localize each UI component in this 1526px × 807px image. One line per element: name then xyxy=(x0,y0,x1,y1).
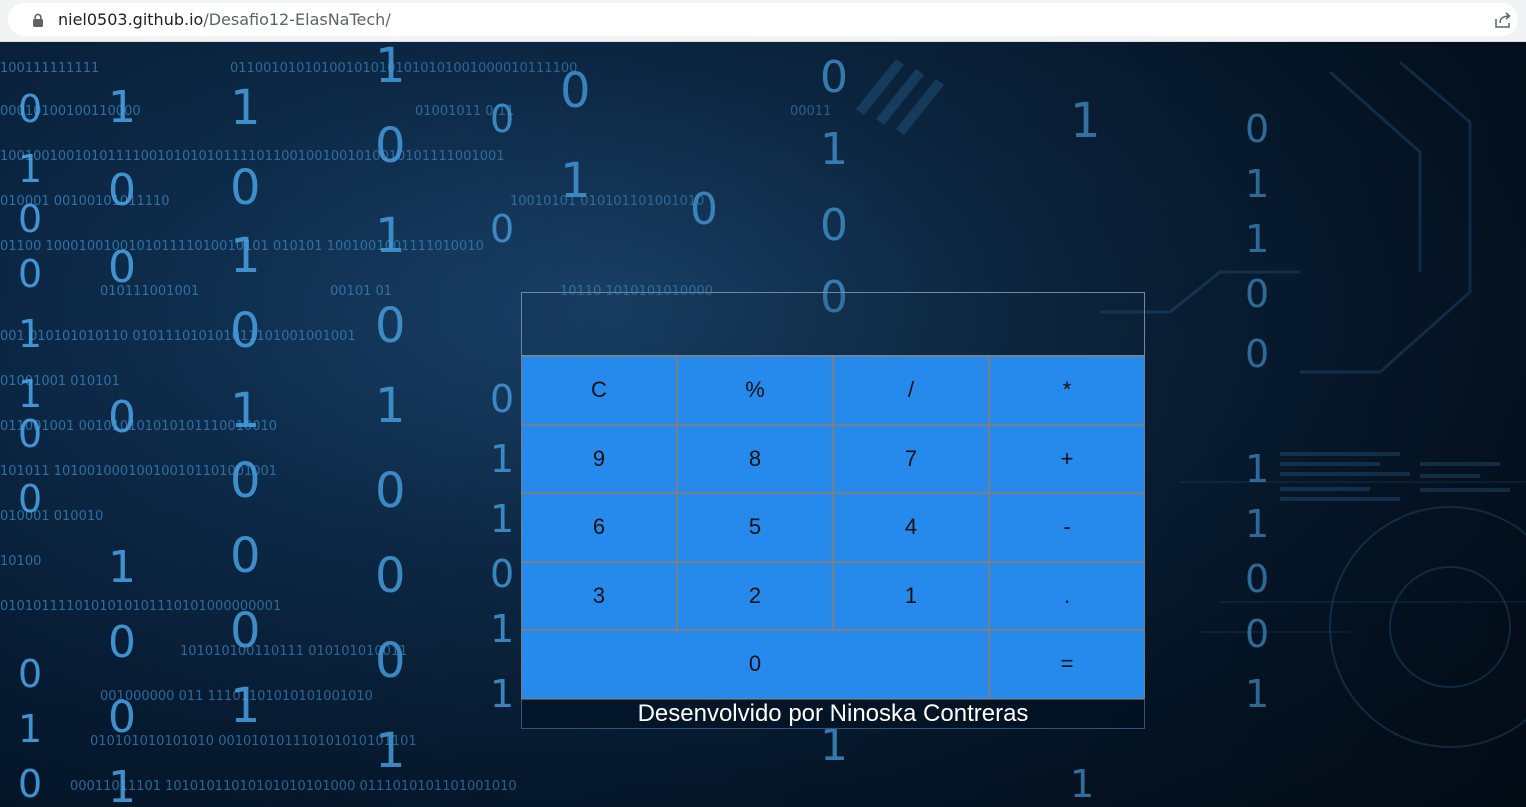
address-bar[interactable]: niel0503.github.io/Desafio12-ElasNaTech/ xyxy=(8,3,1518,36)
digit-7-button[interactable]: 7 xyxy=(833,424,989,493)
percent-button[interactable]: % xyxy=(677,356,833,425)
equals-button[interactable]: = xyxy=(989,630,1145,699)
digit-6-button[interactable]: 6 xyxy=(521,493,677,562)
digit-9-button[interactable]: 9 xyxy=(521,424,677,493)
lock-icon[interactable] xyxy=(32,13,44,27)
browser-toolbar: niel0503.github.io/Desafio12-ElasNaTech/ xyxy=(0,0,1526,42)
digit-4-button[interactable]: 4 xyxy=(833,493,989,562)
calculator: C % / * 9 8 7 + 6 5 4 - 3 2 1 . 0 = Dese… xyxy=(521,292,1145,729)
decimal-button[interactable]: . xyxy=(989,561,1145,630)
add-button[interactable]: + xyxy=(989,424,1145,493)
developer-credit: Desenvolvido por Ninoska Contreras xyxy=(521,698,1145,729)
share-icon[interactable] xyxy=(1494,11,1512,29)
digit-5-button[interactable]: 5 xyxy=(677,493,833,562)
subtract-button[interactable]: - xyxy=(989,493,1145,562)
digit-0-button[interactable]: 0 xyxy=(521,630,989,699)
multiply-button[interactable]: * xyxy=(989,356,1145,425)
url-path: /Desafio12-ElasNaTech/ xyxy=(203,10,391,29)
divide-button[interactable]: / xyxy=(833,356,989,425)
calculator-display[interactable] xyxy=(521,292,1145,356)
digit-1-button[interactable]: 1 xyxy=(833,561,989,630)
digit-8-button[interactable]: 8 xyxy=(677,424,833,493)
digit-3-button[interactable]: 3 xyxy=(521,561,677,630)
calculator-keypad: C % / * 9 8 7 + 6 5 4 - 3 2 1 . 0 = xyxy=(521,356,1145,699)
clear-button[interactable]: C xyxy=(521,356,677,425)
digit-2-button[interactable]: 2 xyxy=(677,561,833,630)
page-background: 101 010 001 101 010 001 01 1 000 100 11 … xyxy=(0,42,1526,807)
url-host: niel0503.github.io xyxy=(58,10,204,29)
url-text[interactable]: niel0503.github.io/Desafio12-ElasNaTech/ xyxy=(58,10,391,29)
